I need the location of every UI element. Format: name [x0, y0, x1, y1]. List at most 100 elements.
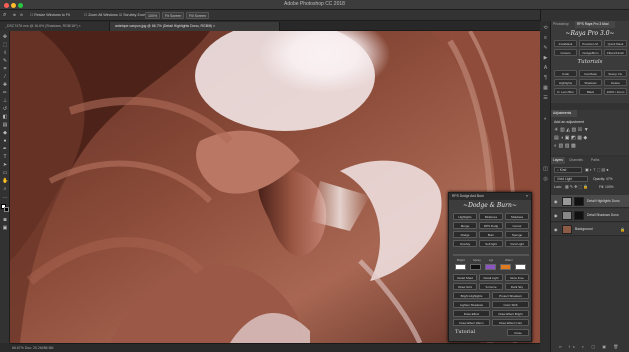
db-tool-button[interactable]: Vivid Light — [505, 240, 529, 247]
tab-antelope-canyon[interactable]: antelope canyon.jpg @ 66.7% (Detail High… — [110, 22, 280, 31]
quick-mask-icon[interactable]: ◙ — [2, 217, 8, 223]
tab-photoshop[interactable]: Photoshop — [551, 21, 575, 28]
db-action-button[interactable]: Lighten Shadows — [453, 301, 490, 308]
move-tool-icon[interactable]: ✥ — [2, 34, 8, 40]
db-tool-button[interactable]: Sponge — [505, 231, 529, 238]
panel-menu-icon[interactable]: ≡ — [526, 193, 528, 200]
color-swatch[interactable] — [515, 264, 526, 270]
layers-icon[interactable]: ◫ — [542, 166, 549, 173]
db-tool-button[interactable]: Shadows — [505, 213, 529, 220]
swatches-icon[interactable]: ▦ — [542, 85, 549, 92]
db-tool-button[interactable]: Dodge — [453, 231, 477, 238]
screen-mode-icon[interactable]: ▣ — [2, 225, 8, 231]
quick-select-tool-icon[interactable]: ✎ — [2, 58, 8, 64]
color-swatch[interactable] — [500, 264, 511, 270]
history-brush-icon[interactable]: ↺ — [2, 106, 8, 112]
eraser-tool-icon[interactable]: ◧ — [2, 114, 8, 120]
healing-brush-icon[interactable]: ✚ — [2, 82, 8, 88]
adjustment-icons-row-1[interactable]: ☀▥◭▨☒▼ — [554, 127, 628, 133]
tab-adjustments[interactable]: Adjustments — [551, 110, 577, 117]
fill-screen-button[interactable]: Fill Screen — [186, 12, 209, 19]
db-action-button[interactable]: Protect Shadows — [492, 292, 529, 299]
actions-icon[interactable]: ▶ — [542, 55, 549, 62]
db-action-button[interactable]: Glow Free — [505, 274, 529, 281]
dodge-tool-icon[interactable]: ● — [2, 138, 8, 144]
color-swatch[interactable] — [485, 264, 496, 270]
resize-windows-checkbox[interactable]: ☐ Resize Windows to Fit — [30, 12, 70, 19]
db-action-button[interactable]: Draw Effect Bright — [492, 310, 529, 317]
adjustments-icon[interactable]: ◐ — [542, 116, 549, 123]
highlights-button[interactable]: Highlights — [554, 79, 577, 86]
cat-mode-button[interactable]: Cat.Mode — [579, 70, 602, 77]
db-action-button[interactable]: Draw Effect Cold — [492, 319, 529, 326]
history-icon[interactable]: ⟲ — [542, 25, 549, 32]
db-action-button[interactable]: S-Curve — [479, 283, 503, 290]
zoom-100-button[interactable]: 100% — [145, 12, 161, 19]
instamask-button[interactable]: InstaMask — [554, 40, 577, 47]
adjustment-icons-row-2[interactable]: ▤◑▣◩▦◆ — [554, 135, 628, 141]
hand-tool-icon[interactable]: ✋ — [2, 178, 8, 184]
db-tool-button[interactable]: RPS Dodg — [479, 222, 503, 229]
visibility-eye-icon[interactable]: ◉ — [554, 209, 559, 222]
tab-dsc7476[interactable]: _DSC7476.nrw @ 16.6% (Shadows, RGB/16*) … — [0, 22, 110, 31]
crop-tool-icon[interactable]: ⌗ — [2, 66, 8, 72]
dodge-burn-button[interactable]: Dodge/Burn — [579, 49, 602, 56]
db-action-button[interactable]: Draw Effect — [453, 310, 490, 317]
path-select-icon[interactable]: ➤ — [2, 162, 8, 168]
blend-mode-select[interactable]: Vivid Light — [554, 176, 588, 182]
rectangle-tool-icon[interactable]: ▭ — [2, 170, 8, 176]
db-tool-button[interactable]: Merge — [453, 222, 477, 229]
db-action-button[interactable]: Draw Effect Warm — [453, 319, 490, 326]
blur-tool-icon[interactable]: ◆ — [2, 130, 8, 136]
brush-settings-icon[interactable]: ✎ — [542, 45, 549, 52]
tab-layers[interactable]: Layers — [551, 157, 565, 164]
layer-filter-icons[interactable]: ▣◐T⬚▤● — [585, 167, 627, 172]
db-tool-button[interactable]: Cursor — [505, 222, 529, 229]
lasso-tool-icon[interactable]: ℓ — [2, 50, 8, 56]
layer-row[interactable]: ◉ Detail Shadows Dono — [551, 209, 629, 222]
db-tool-button[interactable]: Soft light — [479, 240, 503, 247]
stamp-visible-button[interactable]: Stamp Vis. — [604, 70, 627, 77]
tutorials-link[interactable]: Tutorials — [551, 59, 629, 65]
marquee-tool-icon[interactable]: ⬚ — [2, 42, 8, 48]
brush-tool-icon[interactable]: ✏ — [2, 90, 8, 96]
black-button[interactable]: Black — [579, 88, 602, 95]
libraries-icon[interactable]: ☰ — [542, 95, 549, 102]
lens-blur-button[interactable]: D. Lens Blur — [554, 88, 577, 95]
channels-icon[interactable]: ◎ — [542, 176, 549, 183]
layer-mask-thumbnail[interactable] — [574, 197, 584, 206]
fill-field[interactable]: Fill: 100% — [599, 185, 613, 189]
more-tools-icon[interactable]: … — [2, 194, 8, 200]
layers-footer-icons[interactable]: ∞ fx ◐ ▢ ▣ 🗑 — [551, 342, 629, 351]
undo-button[interactable]: Undo — [554, 70, 577, 77]
tab-paths[interactable]: Paths — [589, 157, 603, 164]
zoom-out-icon[interactable]: ⊖ — [20, 12, 23, 19]
layer-filter-kind[interactable]: ⌕ Kind — [554, 167, 582, 173]
zoom-tool-icon[interactable]: ⌕ — [2, 186, 8, 192]
db-action-button[interactable]: Color Shift — [492, 301, 529, 308]
delete-button[interactable]: Delete — [604, 79, 627, 86]
lock-icons[interactable]: ▦✎✥⬚🔒 — [565, 184, 589, 189]
db-action-button[interactable]: Draw Grid — [453, 283, 477, 290]
layer-row[interactable]: ◉ Detail Highlights Dono — [551, 195, 629, 208]
fit-screen-button[interactable]: Fit Screen — [162, 12, 185, 19]
close-panel-button[interactable]: Close — [507, 329, 529, 336]
layer-mask-thumbnail[interactable] — [574, 211, 584, 220]
db-action-button[interactable]: Dark Sky — [505, 283, 529, 290]
db-tool-button[interactable]: Burn — [479, 231, 503, 238]
character-icon[interactable]: A — [542, 65, 549, 72]
adjustment-icons-row-3[interactable]: ◐▧▨▩ — [554, 143, 628, 149]
tutorial-link[interactable]: Tutorial — [455, 329, 475, 335]
db-tool-button[interactable]: Highlights — [453, 213, 477, 220]
pen-tool-icon[interactable]: ✒ — [2, 146, 8, 152]
clone-stamp-icon[interactable]: ⊥ — [2, 98, 8, 104]
opacity-field[interactable]: Opacity: 47% — [593, 177, 613, 181]
tab-channels[interactable]: Channels — [567, 157, 587, 164]
db-action-button[interactable]: Bright Highlights — [453, 292, 490, 299]
color-swatch[interactable] — [470, 264, 481, 270]
db-action-button[interactable]: Detail Shad — [453, 274, 477, 281]
properties-icon[interactable]: ≡ — [542, 35, 549, 42]
background-color-swatch[interactable] — [4, 207, 9, 212]
gradient-tool-icon[interactable]: ▤ — [2, 122, 8, 128]
filters-finish-button[interactable]: Filters/Finish — [604, 49, 627, 56]
